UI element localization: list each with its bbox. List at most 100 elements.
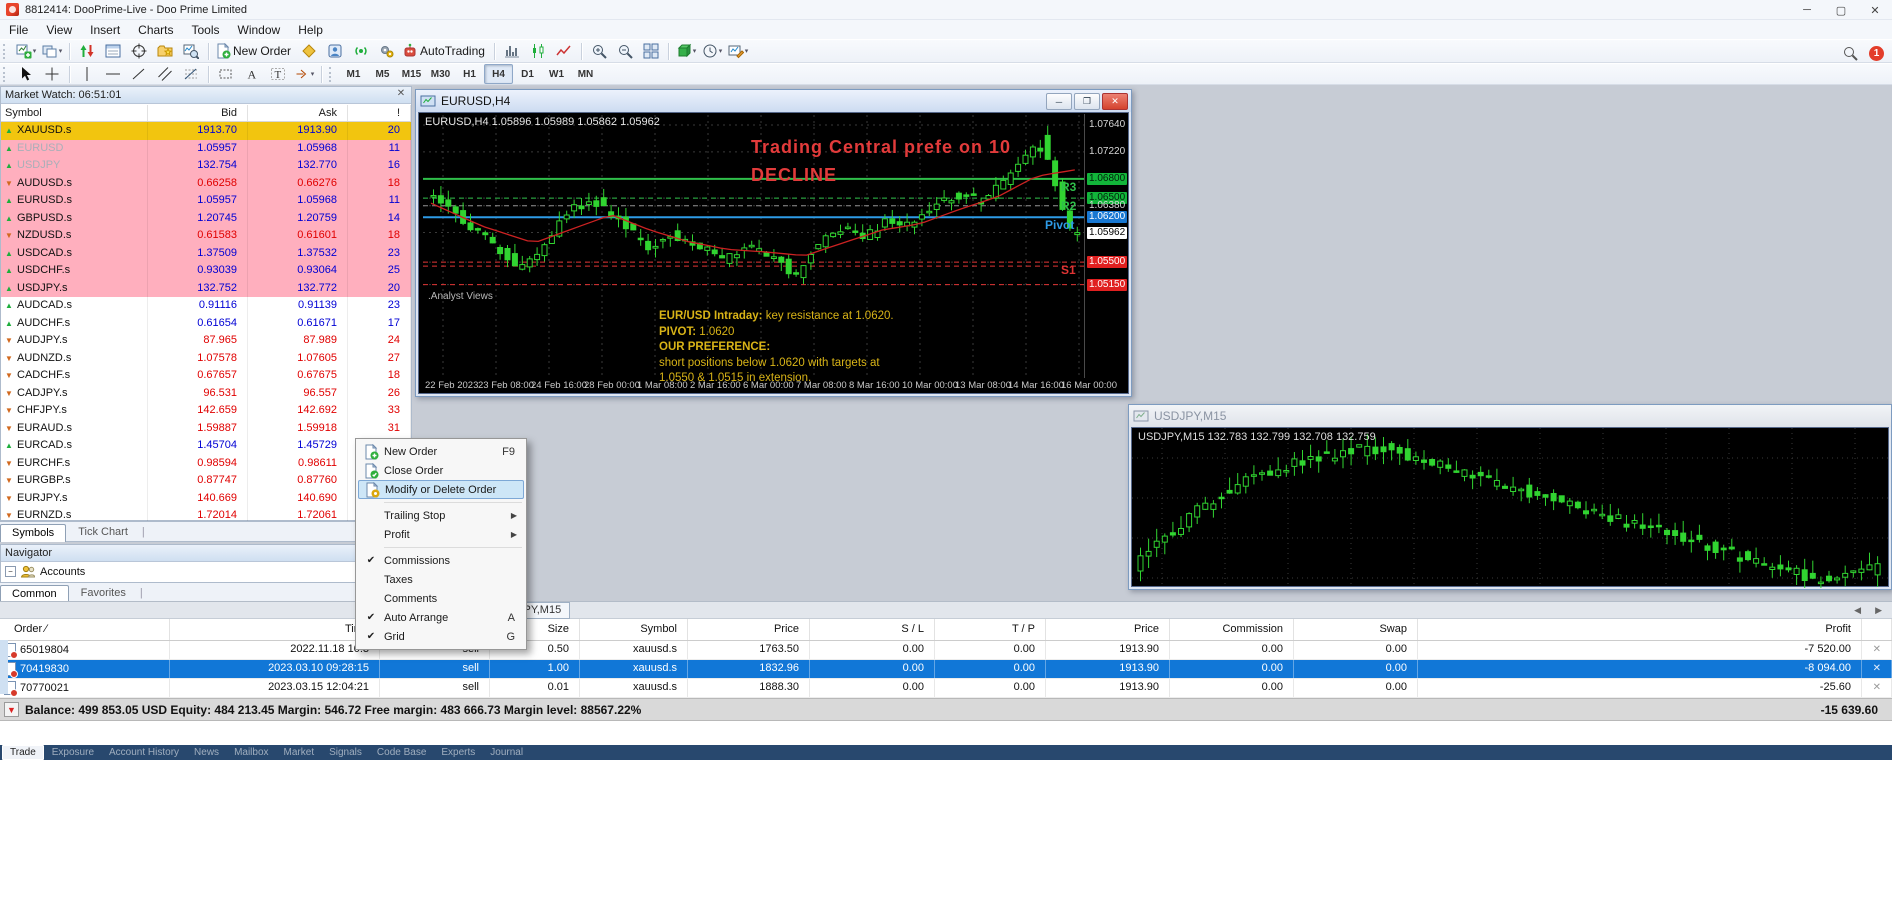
close-position-icon[interactable]: ✕	[1862, 660, 1892, 678]
tab-scroll-left-icon[interactable]: ◀	[1854, 605, 1861, 616]
terminal-tab-code-base[interactable]: Code Base	[370, 746, 433, 759]
market-watch-column-[interactable]: !	[348, 105, 411, 121]
orders-column-price[interactable]: Price	[1046, 619, 1170, 640]
strategy-tester-icon[interactable]	[178, 40, 204, 62]
orders-column-profit[interactable]: Profit	[1418, 619, 1862, 640]
navigator-icon[interactable]	[152, 40, 178, 62]
market-watch-row[interactable]: ▼CADJPY.s96.53196.55726	[1, 385, 411, 403]
market-watch-row[interactable]: ▲USDJPY.s132.752132.77220	[1, 280, 411, 298]
hline-icon[interactable]	[100, 63, 126, 85]
menu-item-profit[interactable]: Profit▶	[358, 525, 524, 544]
usdjpy-candlestick-chart[interactable]	[1132, 428, 1890, 588]
tile-windows-icon[interactable]	[638, 40, 664, 62]
terminal-tab-account-history[interactable]: Account History	[102, 746, 186, 759]
order-row[interactable]: 707700212023.03.15 12:04:21sell0.01xauus…	[0, 679, 1892, 698]
chart-usdjpy-body[interactable]: USDJPY,M15 132.783 132.799 132.708 132.7…	[1131, 427, 1889, 587]
orders-column-time[interactable]: Time	[170, 619, 380, 640]
menu-view[interactable]: View	[37, 21, 81, 39]
text-icon[interactable]: A	[239, 63, 265, 85]
chart-eurusd-titlebar[interactable]: EURUSD,H4 ─ ❐ ✕	[416, 90, 1131, 112]
orders-column-tp[interactable]: T / P	[935, 619, 1046, 640]
experts-icon[interactable]	[322, 40, 348, 62]
market-watch-row[interactable]: ▲USDJPY132.754132.77016	[1, 157, 411, 175]
market-watch-row[interactable]: ▲AUDCHF.s0.616540.6167117	[1, 315, 411, 333]
timeframe-h1[interactable]: H1	[455, 64, 484, 84]
market-watch-row[interactable]: ▼EURAUD.s1.598871.5991831	[1, 420, 411, 438]
metaeditor-icon[interactable]	[296, 40, 322, 62]
timeframe-m1[interactable]: M1	[339, 64, 368, 84]
menu-item-close-order[interactable]: Close Order	[358, 461, 524, 480]
channel-icon[interactable]	[152, 63, 178, 85]
market-watch-row[interactable]: ▲AUDCAD.s0.911160.9113923	[1, 297, 411, 315]
terminal-scrollbar[interactable]	[0, 640, 8, 694]
menu-help[interactable]: Help	[289, 21, 332, 39]
tab-scroll-right-icon[interactable]: ▶	[1875, 605, 1882, 616]
shapes-icon[interactable]	[213, 63, 239, 85]
chart-close-button[interactable]: ✕	[1102, 93, 1128, 110]
menu-file[interactable]: File	[0, 21, 37, 39]
terminal-tab-experts[interactable]: Experts	[434, 746, 482, 759]
market-watch-icon[interactable]	[74, 40, 100, 62]
menu-window[interactable]: Window	[229, 21, 290, 39]
menu-item-comments[interactable]: Comments	[358, 589, 524, 608]
indicators-icon[interactable]: ▾	[673, 40, 699, 62]
market-watch-row[interactable]: ▲EURCAD.s1.457041.45729	[1, 437, 411, 455]
chart-restore-button[interactable]: ❐	[1074, 93, 1100, 110]
tree-collapse-icon[interactable]: −	[5, 566, 16, 577]
menu-item-auto-arrange[interactable]: ✔Auto ArrangeA	[358, 608, 524, 627]
market-watch-row[interactable]: ▼EURCHF.s0.985940.98611	[1, 455, 411, 473]
templates-icon[interactable]: ▾	[725, 40, 751, 62]
market-watch-close-icon[interactable]: ✕	[394, 88, 408, 101]
menu-charts[interactable]: Charts	[129, 21, 182, 39]
chart-eurusd-body[interactable]: EURUSD,H4 1.05896 1.05989 1.05862 1.0596…	[418, 112, 1129, 394]
trendline-icon[interactable]	[126, 63, 152, 85]
chart-minimize-button[interactable]: ─	[1046, 93, 1072, 110]
chart-usdjpy-titlebar[interactable]: USDJPY,M15	[1129, 405, 1891, 427]
order-row[interactable]: 650198042022.11.18 10:3sell0.50xauusd.s1…	[0, 641, 1892, 660]
orders-column-symbol[interactable]: Symbol	[580, 619, 688, 640]
bar-chart-icon[interactable]	[499, 40, 525, 62]
tab-favorites[interactable]: Favorites	[69, 584, 138, 602]
market-watch-row[interactable]: ▲GBPUSD.s1.207451.2075914	[1, 210, 411, 228]
market-watch-column-bid[interactable]: Bid	[148, 105, 248, 121]
timeframe-d1[interactable]: D1	[513, 64, 542, 84]
market-watch-row[interactable]: ▼AUDNZD.s1.075781.0760527	[1, 350, 411, 368]
zoom-out-icon[interactable]	[612, 40, 638, 62]
line-chart-icon[interactable]	[551, 40, 577, 62]
cursor-icon[interactable]	[13, 63, 39, 85]
autotrading-button[interactable]: AutoTrading	[400, 40, 490, 62]
options-icon[interactable]	[374, 40, 400, 62]
notification-badge[interactable]: 1	[1869, 46, 1884, 61]
menu-item-taxes[interactable]: Taxes	[358, 570, 524, 589]
minimize-button[interactable]: ─	[1790, 0, 1824, 20]
terminal-tab-market[interactable]: Market	[277, 746, 322, 759]
timeframe-m5[interactable]: M5	[368, 64, 397, 84]
terminal-tab-trade[interactable]: Trade	[2, 745, 44, 760]
terminal-tab-mailbox[interactable]: Mailbox	[227, 746, 275, 759]
timeframe-m30[interactable]: M30	[426, 64, 455, 84]
menu-item-commissions[interactable]: ✔Commissions	[358, 551, 524, 570]
menu-item-grid[interactable]: ✔GridG	[358, 627, 524, 646]
new-order-button[interactable]: New Order	[213, 40, 296, 62]
orders-column-order[interactable]: Order ∕	[0, 619, 170, 640]
market-watch-row[interactable]: ▼NZDUSD.s0.615830.6160118	[1, 227, 411, 245]
market-watch-column-ask[interactable]: Ask	[248, 105, 348, 121]
candlestick-icon[interactable]	[525, 40, 551, 62]
market-watch-row[interactable]: ▼EURGBP.s0.877470.87760	[1, 472, 411, 490]
terminal-tab-signals[interactable]: Signals	[322, 746, 369, 759]
close-position-icon[interactable]: ✕	[1862, 679, 1892, 697]
market-watch-row[interactable]: ▼CHFJPY.s142.659142.69233	[1, 402, 411, 420]
market-watch-row[interactable]: ▲XAUUSD.s1913.701913.9020	[1, 122, 411, 140]
maximize-button[interactable]: ▢	[1824, 0, 1858, 20]
profiles-icon[interactable]: ▾	[39, 40, 65, 62]
arrow-tools-icon[interactable]: ▾	[291, 63, 317, 85]
market-watch-row[interactable]: ▲EURUSD1.059571.0596811	[1, 140, 411, 158]
orders-column-swap[interactable]: Swap	[1294, 619, 1418, 640]
navigator-accounts-item[interactable]: − Accounts	[1, 562, 411, 581]
menu-tools[interactable]: Tools	[183, 21, 229, 39]
menu-item-modify-or-delete-order[interactable]: Modify or Delete Order	[358, 480, 524, 499]
timeframe-mn[interactable]: MN	[571, 64, 600, 84]
market-watch-row[interactable]: ▲USDCHF.s0.930390.9306425	[1, 262, 411, 280]
close-button[interactable]: ✕	[1858, 0, 1892, 20]
orders-column-sl[interactable]: S / L	[810, 619, 935, 640]
